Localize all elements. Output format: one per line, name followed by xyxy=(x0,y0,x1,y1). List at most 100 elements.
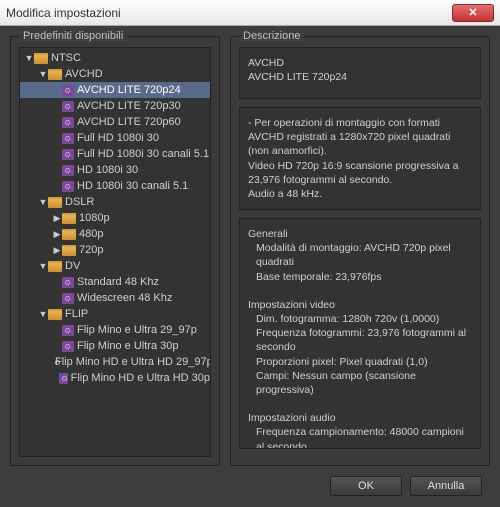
titlebar: Modifica impostazioni ✕ xyxy=(0,0,500,26)
preset-icon xyxy=(62,165,74,176)
description-panel: Descrizione AVCHDAVCHD LITE 720p24 - Per… xyxy=(230,36,490,466)
expand-icon[interactable]: ▶ xyxy=(52,229,62,240)
description-line: Frequenza campionamento: 48000 campioni … xyxy=(248,425,472,449)
close-button[interactable]: ✕ xyxy=(452,4,494,22)
preset-icon xyxy=(62,133,74,144)
tree-folder[interactable]: ▼ DV xyxy=(20,258,210,274)
folder-icon xyxy=(48,309,62,320)
description-line: - Per operazioni di montaggio con format… xyxy=(248,116,472,159)
tree-folder[interactable]: ▶ 480p xyxy=(20,226,210,242)
tree-preset[interactable]: Flip Mino e Ultra 29_97p xyxy=(20,322,210,338)
tree-item-label: AVCHD LITE 720p24 xyxy=(77,84,181,96)
tree-item-label: Widescreen 48 Khz xyxy=(77,292,172,304)
description-line xyxy=(248,284,472,298)
tree-item-label: AVCHD xyxy=(65,68,103,80)
tree-item-label: 720p xyxy=(79,244,103,256)
preset-icon xyxy=(62,101,74,112)
tree-item-label: 480p xyxy=(79,228,103,240)
ok-button[interactable]: OK xyxy=(330,476,402,496)
tree-folder[interactable]: ▶ 1080p xyxy=(20,210,210,226)
description-line: AVCHD xyxy=(248,56,472,70)
expand-icon[interactable]: ▶ xyxy=(52,213,62,224)
folder-icon xyxy=(48,69,62,80)
tree-preset[interactable]: AVCHD LITE 720p60 xyxy=(20,114,210,130)
description-line: Impostazioni audio xyxy=(248,411,472,425)
description-line: Video HD 720p 16:9 scansione progressiva… xyxy=(248,159,472,187)
tree-item-label: DSLR xyxy=(65,196,94,208)
description-line: Campi: Nessun campo (scansione progressi… xyxy=(248,369,472,397)
tree-folder[interactable]: ▼ DSLR xyxy=(20,194,210,210)
expand-icon[interactable]: ▶ xyxy=(52,245,62,256)
tree-preset[interactable]: Full HD 1080i 30 canali 5.1 xyxy=(20,146,210,162)
tree-preset[interactable]: Flip Mino HD e Ultra HD 30p xyxy=(20,370,210,386)
description-line: Proporzioni pixel: Pixel quadrati (1,0) xyxy=(248,355,472,369)
description-line: Dim. fotogramma: 1280h 720v (1,0000) xyxy=(248,312,472,326)
collapse-icon[interactable]: ▼ xyxy=(38,309,48,319)
collapse-icon[interactable]: ▼ xyxy=(38,261,48,271)
tree-folder[interactable]: ▼ FLIP xyxy=(20,306,210,322)
tree-item-label: Flip Mino e Ultra 30p xyxy=(77,340,179,352)
preset-icon xyxy=(62,149,74,160)
tree-item-label: FLIP xyxy=(65,308,88,320)
folder-icon xyxy=(62,229,76,240)
presets-panel: Predefiniti disponibili ▼NTSC▼AVCHDAVCHD… xyxy=(10,36,220,466)
window-title: Modifica impostazioni xyxy=(6,6,452,20)
preset-icon xyxy=(62,85,74,96)
collapse-icon[interactable]: ▼ xyxy=(24,53,34,63)
tree-item-label: AVCHD LITE 720p30 xyxy=(77,100,181,112)
description-line: Impostazioni video xyxy=(248,298,472,312)
button-row: OK Annulla xyxy=(10,476,490,496)
folder-icon xyxy=(62,213,76,224)
cancel-button[interactable]: Annulla xyxy=(410,476,482,496)
tree-preset[interactable]: Widescreen 48 Khz xyxy=(20,290,210,306)
tree-folder[interactable]: ▶ 720p xyxy=(20,242,210,258)
folder-icon xyxy=(62,245,76,256)
tree-item-label: Flip Mino HD e Ultra HD 29_97p xyxy=(55,356,211,368)
tree-preset[interactable]: HD 1080i 30 canali 5.1 xyxy=(20,178,210,194)
tree-folder[interactable]: ▼ AVCHD xyxy=(20,66,210,82)
tree-preset[interactable]: Standard 48 Khz xyxy=(20,274,210,290)
description-line: AVCHD LITE 720p24 xyxy=(248,70,472,84)
description-line: Frequenza fotogrammi: 23,976 fotogrammi … xyxy=(248,326,472,354)
tree-item-label: Standard 48 Khz xyxy=(77,276,159,288)
tree-preset[interactable]: Full HD 1080i 30 xyxy=(20,130,210,146)
description-line xyxy=(248,397,472,411)
tree-item-label: 1080p xyxy=(79,212,110,224)
description-line: Modalità di montaggio: AVCHD 720p pixel … xyxy=(248,241,472,269)
tree-preset[interactable]: HD 1080i 30 xyxy=(20,162,210,178)
tree-item-label: Full HD 1080i 30 canali 5.1 xyxy=(77,148,209,160)
preset-icon xyxy=(62,181,74,192)
preset-icon xyxy=(62,277,74,288)
tree-item-label: NTSC xyxy=(51,52,81,64)
tree-folder[interactable]: ▼ NTSC xyxy=(20,50,210,66)
description-summary: - Per operazioni di montaggio con format… xyxy=(239,107,481,210)
tree-item-label: Flip Mino HD e Ultra HD 30p xyxy=(71,372,210,384)
tree-preset[interactable]: AVCHD LITE 720p30 xyxy=(20,98,210,114)
tree-item-label: AVCHD LITE 720p60 xyxy=(77,116,181,128)
tree-item-label: Full HD 1080i 30 xyxy=(77,132,159,144)
tree-item-label: Flip Mino e Ultra 29_97p xyxy=(77,324,197,336)
tree-preset[interactable]: Flip Mino e Ultra 30p xyxy=(20,338,210,354)
collapse-icon[interactable]: ▼ xyxy=(38,197,48,207)
presets-panel-label: Predefiniti disponibili xyxy=(19,30,127,42)
dialog-body: Predefiniti disponibili ▼NTSC▼AVCHDAVCHD… xyxy=(0,26,500,507)
tree-item-label: DV xyxy=(65,260,80,272)
tree-item-label: HD 1080i 30 xyxy=(77,164,138,176)
preset-icon xyxy=(62,293,74,304)
folder-icon xyxy=(48,197,62,208)
preset-icon xyxy=(62,341,74,352)
description-line: Audio a 48 kHz. xyxy=(248,187,472,201)
preset-icon xyxy=(59,373,68,384)
preset-tree[interactable]: ▼NTSC▼AVCHDAVCHD LITE 720p24AVCHD LITE 7… xyxy=(19,47,211,457)
description-header: AVCHDAVCHD LITE 720p24 xyxy=(239,47,481,99)
description-line: Base temporale: 23,976fps xyxy=(248,270,472,284)
folder-icon xyxy=(34,53,48,64)
description-panel-label: Descrizione xyxy=(239,30,304,42)
tree-preset[interactable]: Flip Mino HD e Ultra HD 29_97p xyxy=(20,354,210,370)
tree-preset[interactable]: AVCHD LITE 720p24 xyxy=(20,82,210,98)
preset-icon xyxy=(62,325,74,336)
description-line: Generali xyxy=(248,227,472,241)
collapse-icon[interactable]: ▼ xyxy=(38,69,48,79)
description-details: GeneraliModalità di montaggio: AVCHD 720… xyxy=(239,218,481,449)
preset-icon xyxy=(62,117,74,128)
